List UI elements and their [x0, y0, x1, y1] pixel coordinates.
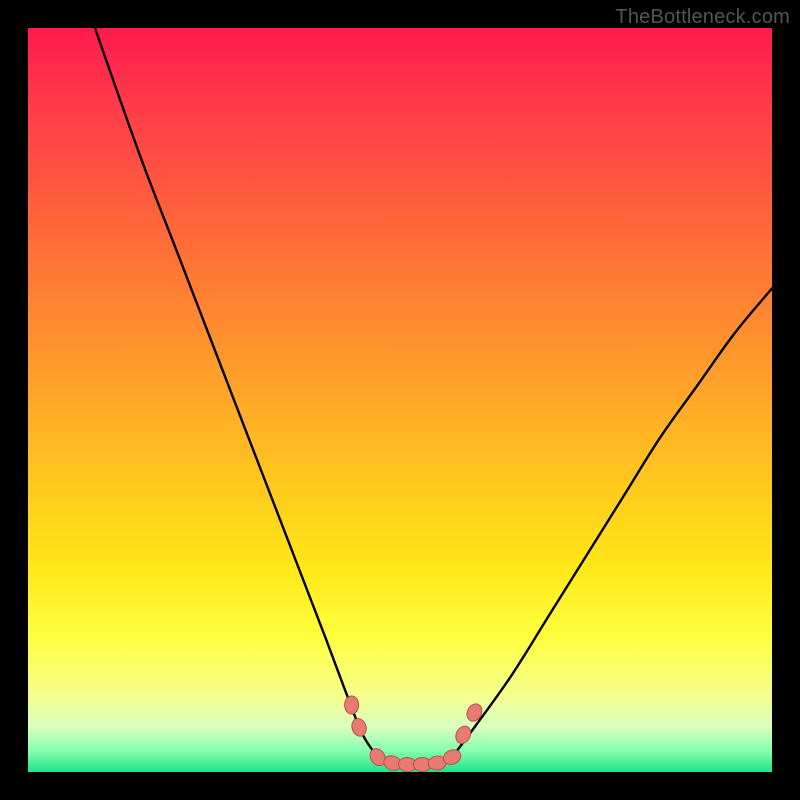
marker-point [464, 701, 485, 723]
watermark-text: TheBottleneck.com [615, 6, 790, 29]
marker-point [350, 717, 369, 739]
curve-right-branch [452, 288, 772, 757]
marker-point [453, 724, 474, 746]
chart-frame: TheBottleneck.com [0, 0, 800, 800]
plot-area [28, 28, 772, 772]
curve-layer [28, 28, 772, 772]
marker-point [345, 696, 359, 714]
curve-left-branch [95, 28, 378, 757]
marker-group [345, 696, 485, 773]
